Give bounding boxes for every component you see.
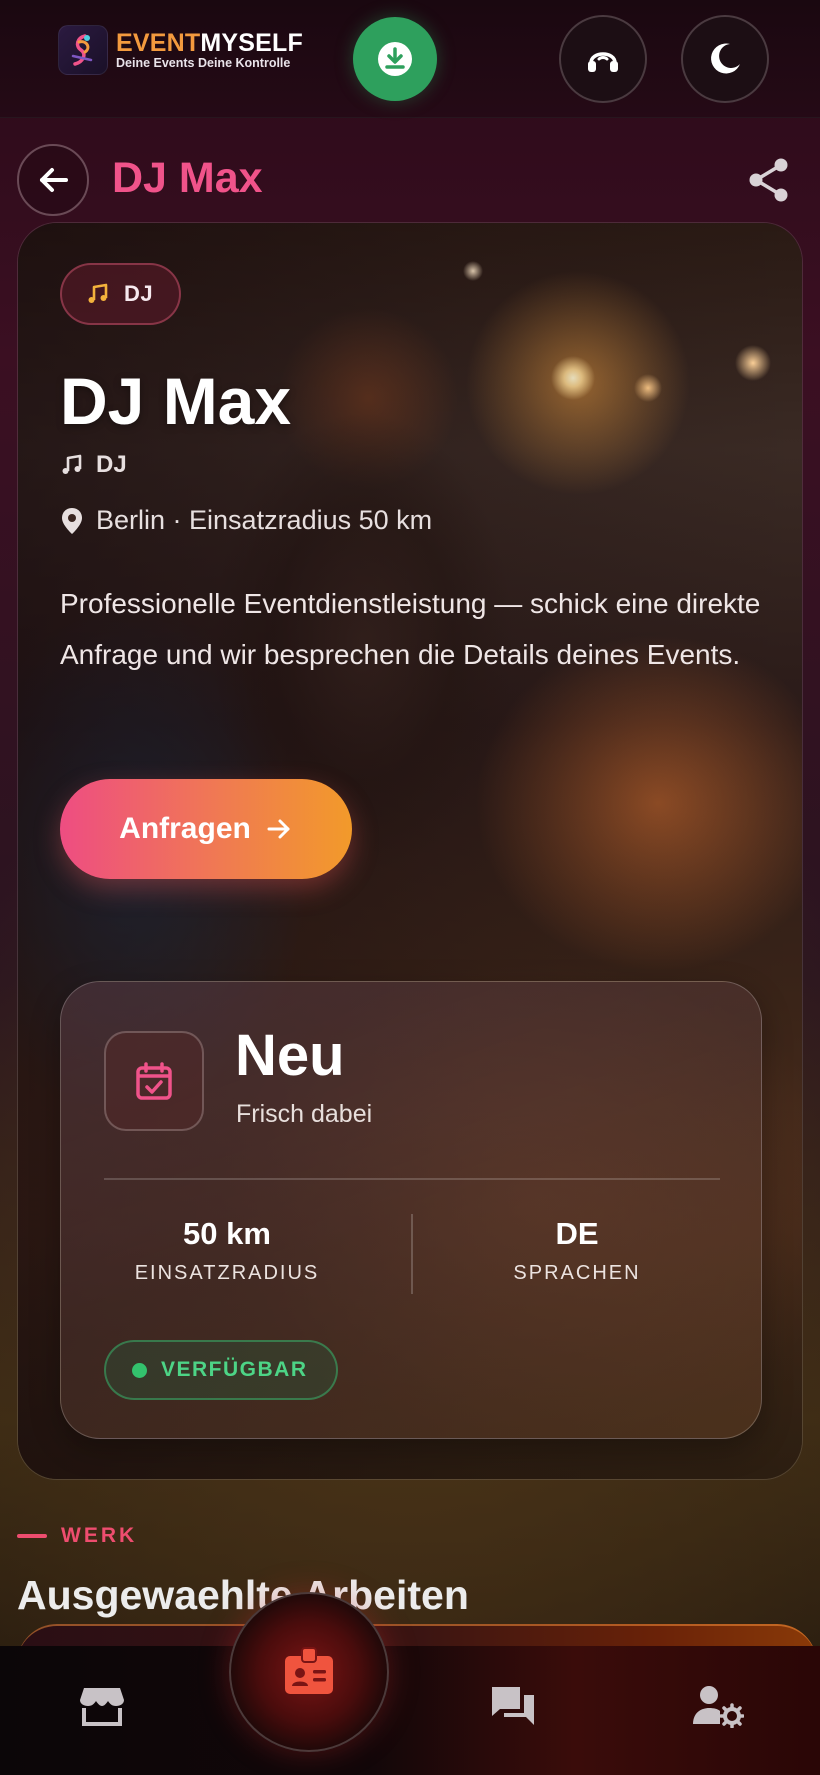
- stat-languages: DE SPRACHEN: [427, 1214, 727, 1285]
- arrow-left-icon: [34, 161, 72, 199]
- map-pin-icon: [60, 506, 84, 536]
- provider-name: DJ Max: [60, 364, 292, 438]
- kicker-line: [17, 1534, 47, 1538]
- provider-category-label: DJ: [96, 451, 127, 478]
- provider-location-label: Berlin · Einsatzradius 50 km: [96, 505, 433, 535]
- section-kicker-label: WERK: [61, 1524, 138, 1547]
- theme-toggle-button[interactable]: [681, 15, 769, 103]
- section-kicker: WERK: [17, 1524, 137, 1548]
- store-icon: [78, 1684, 126, 1728]
- request-button[interactable]: Anfragen: [60, 779, 352, 879]
- brand-name: EVENTMYSELF: [116, 30, 303, 56]
- download-icon: [375, 39, 415, 79]
- music-note-icon: [60, 453, 84, 477]
- status-title: Neu: [235, 1023, 345, 1088]
- top-bar: EVENTMYSELF Deine Events Deine Kontrolle: [0, 0, 820, 118]
- brand-name-part1: EVENT: [116, 29, 201, 57]
- stat-radius-value: 50 km: [183, 1216, 271, 1251]
- share-icon: [744, 155, 794, 205]
- nav-marketplace[interactable]: [72, 1676, 132, 1736]
- availability-dot-icon: [132, 1362, 147, 1378]
- request-button-label: Anfragen: [119, 812, 251, 845]
- bottom-navigation: [0, 1646, 820, 1775]
- availability-badge: VERFÜGBAR: [104, 1340, 338, 1400]
- support-button[interactable]: [559, 15, 647, 103]
- moon-icon: [706, 40, 744, 78]
- badge-icon: [281, 1644, 337, 1700]
- section-title: Ausgewaehlte Arbeiten: [17, 1572, 469, 1618]
- status-subtitle: Frisch dabei: [236, 1100, 373, 1128]
- status-icon-box: [104, 1031, 204, 1131]
- chat-icon: [488, 1683, 538, 1729]
- music-note-icon: [86, 282, 110, 306]
- provider-description: Professionelle Eventdienstleistung — sch…: [60, 588, 761, 670]
- stat-radius-label: EINSATZRADIUS: [134, 1262, 320, 1284]
- share-button[interactable]: [744, 155, 794, 205]
- stat-languages-label: SPRACHEN: [513, 1262, 641, 1284]
- stat-separator: [411, 1214, 413, 1294]
- nav-messages[interactable]: [483, 1676, 543, 1736]
- arrow-right-icon: [265, 815, 293, 843]
- calendar-check-icon: [135, 1061, 173, 1101]
- stats-card: Neu Frisch dabei 50 km EINSATZRADIUS DE …: [60, 981, 762, 1439]
- divider: [104, 1178, 720, 1180]
- provider-location: Berlin · Einsatzradius 50 km: [60, 505, 432, 536]
- brand-name-part2: MYSELF: [200, 29, 303, 57]
- headset-icon: [583, 39, 623, 79]
- back-button[interactable]: [17, 144, 89, 216]
- logo-mark-icon: [58, 25, 108, 75]
- category-pill-label: DJ: [124, 281, 154, 306]
- category-pill: DJ: [60, 263, 182, 325]
- nav-profile[interactable]: [229, 1592, 389, 1752]
- provider-category: DJ: [60, 451, 127, 479]
- provider-hero-card: DJ DJ Max DJ Berlin · Einsatzradius 50 k…: [17, 222, 803, 1480]
- page-title: DJ Max: [112, 154, 263, 202]
- app-logo[interactable]: EVENTMYSELF Deine Events Deine Kontrolle: [58, 24, 303, 76]
- stat-radius: 50 km EINSATZRADIUS: [77, 1214, 377, 1285]
- user-gear-icon: [692, 1684, 744, 1728]
- download-button[interactable]: [353, 17, 437, 101]
- availability-label: VERFÜGBAR: [161, 1358, 308, 1381]
- nav-account-settings[interactable]: [688, 1676, 748, 1736]
- stat-languages-value: DE: [555, 1216, 599, 1251]
- brand-tagline: Deine Events Deine Kontrolle: [116, 56, 291, 70]
